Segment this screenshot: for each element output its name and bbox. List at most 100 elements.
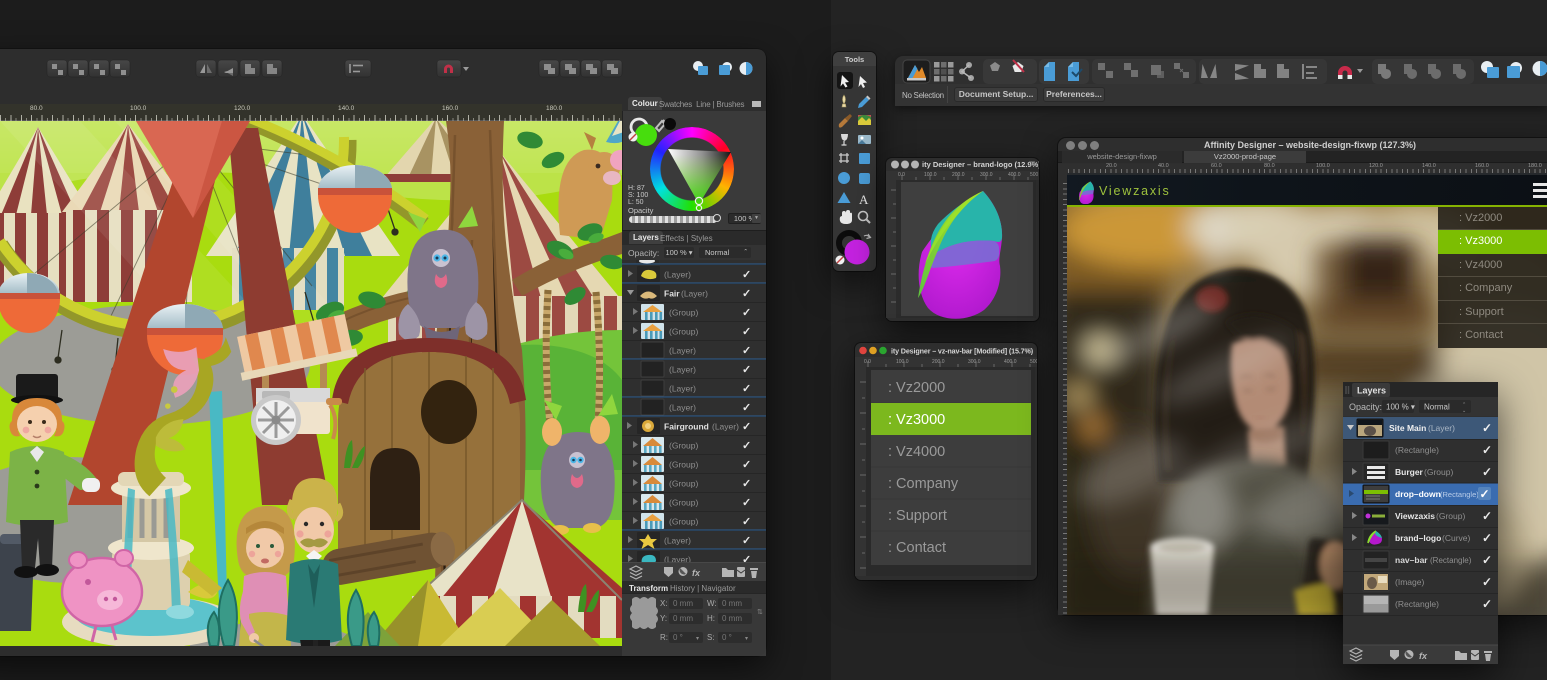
svg-text:200.0: 200.0 (952, 172, 965, 178)
svg-text:400.0: 400.0 (1004, 359, 1017, 365)
svg-text:(Group): (Group) (669, 517, 698, 527)
svg-text:(Group): (Group) (1424, 467, 1453, 477)
svg-text:(Layer): (Layer) (669, 403, 696, 413)
svg-text:History | Navigator: History | Navigator (670, 584, 736, 593)
svg-text:✓: ✓ (742, 516, 751, 528)
svg-text:✓: ✓ (1482, 531, 1492, 545)
svg-text:⌄: ⌄ (1462, 408, 1466, 414)
svg-text:300.0: 300.0 (980, 172, 993, 178)
svg-text:✓: ✓ (742, 459, 751, 471)
svg-text:(Layer): (Layer) (669, 384, 696, 394)
svg-text:Y:: Y: (660, 614, 667, 623)
svg-text:: Contact: : Contact (888, 540, 946, 556)
svg-text:ity Designer – brand-logo (12.: ity Designer – brand-logo (12.9%) (922, 160, 1039, 169)
svg-text:Layers: Layers (1357, 386, 1386, 396)
svg-text:Transform: Transform (629, 584, 668, 593)
svg-text:(Group): (Group) (669, 327, 698, 337)
svg-text:⇅: ⇅ (757, 609, 763, 616)
svg-text:0 °: 0 ° (673, 633, 683, 642)
svg-text:100.0: 100.0 (896, 359, 909, 365)
svg-text:✓: ✓ (742, 345, 751, 357)
svg-text:✓: ✓ (1482, 421, 1492, 435)
svg-text:S:: S: (707, 633, 715, 642)
svg-text:(Layer): (Layer) (664, 536, 691, 546)
svg-text:(Rectangle): (Rectangle) (1395, 599, 1439, 609)
svg-text:0 mm: 0 mm (673, 599, 693, 608)
svg-text:: Vz3000: : Vz3000 (888, 412, 945, 428)
svg-text:(Group): (Group) (1436, 511, 1465, 521)
svg-text:✓: ✓ (1480, 487, 1490, 501)
svg-text:(Rectangle): (Rectangle) (1395, 445, 1439, 455)
svg-text:✓: ✓ (742, 307, 751, 319)
svg-text:Fairground: Fairground (664, 422, 709, 432)
svg-text:200.0: 200.0 (932, 359, 945, 365)
svg-text:Site Main: Site Main (1389, 423, 1426, 433)
svg-text:: Support: : Support (888, 508, 947, 524)
svg-text:0 °: 0 ° (722, 633, 732, 642)
svg-text:0 mm: 0 mm (722, 599, 742, 608)
svg-text:400.0: 400.0 (1008, 172, 1021, 178)
svg-text:(Curve): (Curve) (1442, 533, 1471, 543)
svg-text:300.0: 300.0 (968, 359, 981, 365)
svg-text:A: A (859, 192, 869, 207)
svg-text:0 mm: 0 mm (722, 614, 742, 623)
svg-text:(Layer): (Layer) (712, 422, 739, 432)
svg-text:: Vz2000: : Vz2000 (888, 380, 945, 396)
svg-text:100 % ▾: 100 % ▾ (1386, 403, 1415, 412)
svg-text:✓: ✓ (742, 554, 751, 562)
svg-text:Viewzaxis: Viewzaxis (1099, 184, 1171, 198)
svg-text:drop–down: drop–down (1395, 489, 1441, 499)
svg-text:0.0: 0.0 (864, 359, 871, 365)
svg-text:(Layer): (Layer) (669, 346, 696, 356)
svg-text:100.0: 100.0 (924, 172, 937, 178)
svg-text:✓: ✓ (742, 478, 751, 490)
svg-text:0 mm: 0 mm (673, 614, 693, 623)
svg-text:(Layer): (Layer) (669, 365, 696, 375)
svg-text:Fair: Fair (664, 289, 680, 299)
svg-text:: Company: : Company (888, 476, 959, 492)
svg-text:▾: ▾ (696, 636, 699, 642)
svg-text:✓: ✓ (742, 269, 751, 281)
svg-text:▾: ▾ (745, 636, 748, 642)
svg-text:✓: ✓ (742, 288, 751, 300)
svg-text:(Group): (Group) (669, 479, 698, 489)
svg-text:Burger: Burger (1395, 467, 1424, 477)
svg-text:(Layer): (Layer) (664, 555, 691, 563)
svg-text:X:: X: (660, 599, 668, 608)
svg-text:500: 500 (1030, 359, 1037, 365)
svg-text:Tools: Tools (845, 55, 864, 64)
svg-text:0.0: 0.0 (898, 172, 905, 178)
svg-text:✓: ✓ (1482, 597, 1492, 611)
svg-text:500: 500 (1030, 172, 1039, 178)
svg-text:Normal: Normal (1424, 403, 1450, 412)
svg-text:fx: fx (1419, 651, 1428, 661)
svg-text:Opacity:: Opacity: (1349, 402, 1382, 412)
svg-text:W:: W: (707, 599, 717, 608)
svg-text:✓: ✓ (742, 440, 751, 452)
svg-text:(Group): (Group) (669, 460, 698, 470)
svg-text:✓: ✓ (1482, 553, 1492, 567)
svg-text:✓: ✓ (742, 402, 751, 414)
svg-text:Viewzaxis: Viewzaxis (1395, 511, 1435, 521)
svg-text:✓: ✓ (742, 535, 751, 547)
svg-text:✓: ✓ (1482, 575, 1492, 589)
svg-text:✓: ✓ (1482, 509, 1492, 523)
svg-text:H:: H: (707, 614, 715, 623)
svg-text:(Group): (Group) (669, 441, 698, 451)
svg-text:✓: ✓ (742, 326, 751, 338)
svg-text:(Rectangle): (Rectangle) (1430, 556, 1472, 565)
svg-text:ity Designer – vz-nav-bar [Mod: ity Designer – vz-nav-bar [Modified] (15… (891, 347, 1034, 356)
svg-text:nav–bar: nav–bar (1395, 555, 1428, 565)
svg-text:✓: ✓ (742, 421, 751, 433)
svg-text:✓: ✓ (742, 364, 751, 376)
svg-text:(Layer): (Layer) (681, 289, 708, 299)
svg-text:(Layer): (Layer) (664, 270, 691, 280)
svg-text:: Vz4000: : Vz4000 (888, 444, 945, 460)
svg-text:brand–logo: brand–logo (1395, 533, 1441, 543)
svg-text:✓: ✓ (1482, 465, 1492, 479)
svg-text:R:: R: (660, 633, 668, 642)
svg-text:(Layer): (Layer) (1428, 423, 1455, 433)
svg-text:✓: ✓ (742, 383, 751, 395)
svg-text:✓: ✓ (742, 497, 751, 509)
svg-text:fx: fx (692, 568, 701, 578)
